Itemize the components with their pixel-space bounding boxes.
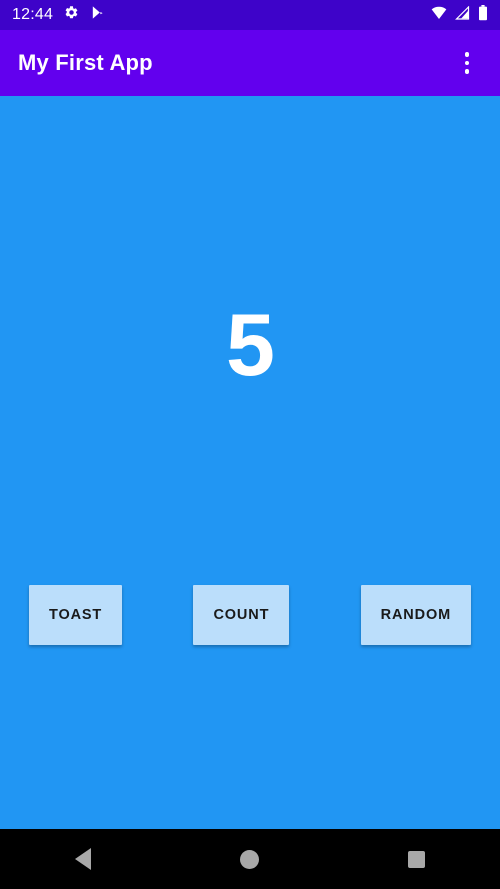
battery-icon — [478, 4, 488, 26]
app-title: My First App — [18, 50, 153, 75]
main-content: 5 TOAST COUNT RANDOM — [0, 96, 500, 889]
toast-button[interactable]: TOAST — [29, 585, 123, 645]
nav-back-button[interactable] — [48, 829, 118, 889]
overflow-menu-icon[interactable] — [450, 43, 484, 83]
wifi-icon — [431, 6, 447, 25]
button-row: TOAST COUNT RANDOM — [0, 585, 500, 645]
overflow-dot — [464, 60, 470, 66]
nav-home-button[interactable] — [215, 829, 285, 889]
overflow-dot — [464, 52, 470, 57]
app-bar: My First App — [0, 30, 500, 96]
settings-gear-icon — [64, 5, 79, 25]
counter-value: 5 — [226, 295, 275, 394]
status-bar-left: 12:44 — [12, 5, 105, 25]
status-bar: 12:44 — [0, 0, 500, 30]
back-triangle-icon — [75, 848, 92, 870]
status-bar-clock: 12:44 — [12, 6, 54, 23]
random-button[interactable]: RANDOM — [360, 585, 471, 645]
nav-recents-button[interactable] — [382, 829, 452, 889]
overflow-dot — [464, 69, 470, 74]
count-button[interactable]: COUNT — [193, 585, 290, 645]
recents-square-icon — [408, 850, 426, 868]
phone-screen: 12:44 My First App 5 TOAST COUNT RANDOM — [0, 0, 500, 889]
navigation-bar — [0, 829, 500, 889]
cellular-signal-icon — [455, 5, 470, 25]
status-bar-right — [431, 4, 488, 26]
google-play-icon — [90, 5, 105, 25]
home-circle-icon — [240, 849, 260, 869]
